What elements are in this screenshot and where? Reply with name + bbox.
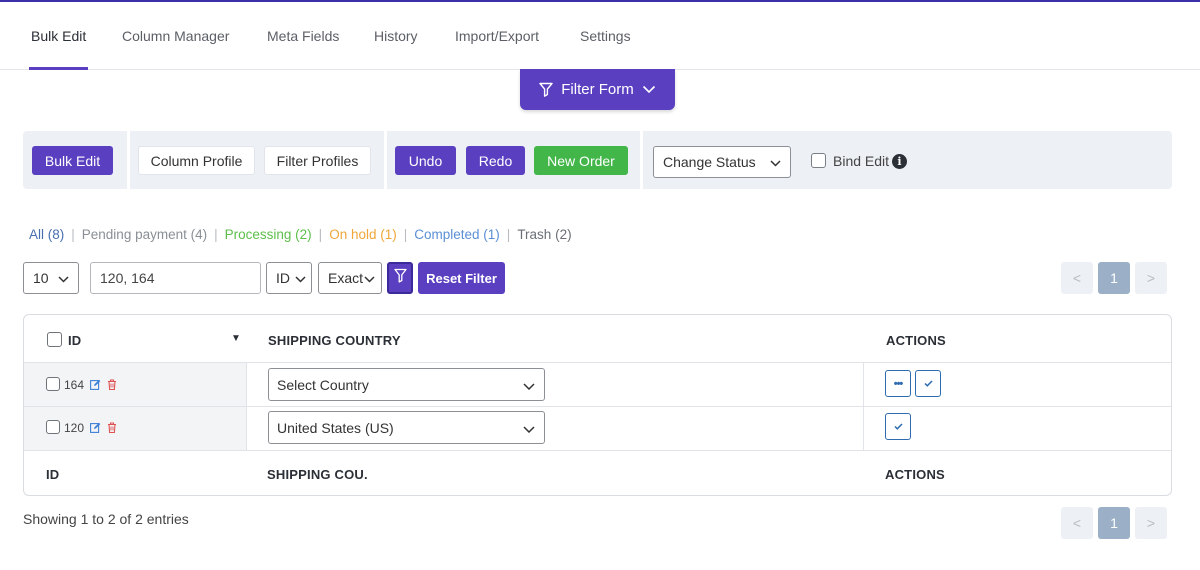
match-value: Exact [328, 270, 364, 286]
trash-icon[interactable] [107, 420, 117, 438]
row-checkbox[interactable] [46, 420, 60, 434]
separator: | [71, 227, 75, 242]
column-divider [863, 363, 864, 450]
row-divider [24, 406, 1171, 407]
status-filter-links: All (8) | Pending payment (4) | Processi… [29, 227, 572, 242]
shipping-country-value: Select Country [277, 376, 369, 393]
chevron-down-icon [523, 420, 535, 436]
pagination-next-button[interactable]: > [1135, 262, 1167, 294]
column-header-id[interactable]: ID [68, 333, 81, 348]
row-divider [24, 450, 1171, 451]
orders-table: ID ▼ SHIPPING COUNTRY ACTIONS 164 Select… [23, 314, 1172, 496]
tab-column-manager[interactable]: Column Manager [122, 2, 229, 69]
status-link-processing[interactable]: Processing (2) [225, 227, 312, 242]
separator: | [214, 227, 218, 242]
pagination-page-button[interactable]: 1 [1098, 262, 1130, 294]
undo-button[interactable]: Undo [395, 146, 456, 175]
change-status-select[interactable]: Change Status [653, 146, 791, 178]
edit-icon[interactable] [90, 377, 101, 395]
pagination-page-button[interactable]: 1 [1098, 507, 1130, 539]
search-input[interactable]: 120, 164 [90, 262, 261, 294]
check-icon [923, 378, 933, 390]
toolbar-divider [640, 131, 643, 189]
per-page-value: 10 [33, 270, 49, 286]
sort-arrow-icon[interactable]: ▼ [231, 333, 241, 344]
save-row-button[interactable] [885, 413, 911, 440]
filter-form-button[interactable]: Filter Form [520, 69, 675, 110]
filter-profiles-button[interactable]: Filter Profiles [264, 146, 371, 175]
reset-filter-button[interactable]: Reset Filter [418, 262, 505, 294]
separator: | [506, 227, 511, 242]
tab-settings[interactable]: Settings [580, 2, 631, 69]
bind-edit-checkbox[interactable] [811, 153, 826, 168]
status-link-trash[interactable]: Trash (2) [517, 227, 571, 242]
field-select[interactable]: ID [266, 262, 312, 294]
pagination-next-button[interactable]: > [1135, 507, 1167, 539]
pagination-prev-button[interactable]: < [1061, 262, 1093, 294]
search-value: 120, 164 [100, 270, 155, 286]
column-header-shipping-country[interactable]: SHIPPING COUNTRY [268, 333, 401, 348]
new-order-button[interactable]: New Order [534, 146, 628, 175]
redo-button[interactable]: Redo [466, 146, 525, 175]
row-id: 164 [64, 378, 85, 392]
shipping-country-select[interactable]: United States (US) [268, 411, 545, 444]
change-status-value: Change Status [663, 154, 756, 170]
status-link-pending[interactable]: Pending payment (4) [82, 227, 207, 242]
match-select[interactable]: Exact [318, 262, 382, 294]
toolbar-divider [127, 131, 130, 189]
per-page-select[interactable]: 10 [23, 262, 79, 294]
row-checkbox[interactable] [46, 377, 60, 391]
check-icon [893, 421, 903, 433]
tab-bulk-edit[interactable]: Bulk Edit [28, 2, 89, 70]
column-footer-id: ID [46, 467, 60, 482]
column-profile-button[interactable]: Column Profile [138, 146, 255, 175]
toolbar-divider [384, 131, 387, 189]
field-value: ID [276, 270, 290, 286]
funnel-icon [539, 82, 553, 97]
column-header-actions: ACTIONS [886, 333, 946, 348]
main-tabs: Bulk Edit Column Manager Meta Fields His… [0, 2, 1200, 70]
apply-filter-button[interactable] [387, 262, 413, 294]
funnel-icon [393, 268, 407, 288]
filter-form-label: Filter Form [561, 81, 634, 98]
tab-history[interactable]: History [374, 2, 418, 69]
bulk-edit-button[interactable]: Bulk Edit [32, 146, 113, 175]
info-icon[interactable]: i [892, 154, 907, 169]
chevron-down-icon [364, 270, 375, 286]
save-row-button[interactable] [915, 370, 941, 397]
chevron-down-icon [523, 377, 535, 393]
entries-info: Showing 1 to 2 of 2 entries [23, 511, 189, 527]
row-id: 120 [64, 421, 85, 435]
column-footer-shipping-country: SHIPPING COU. [267, 467, 368, 482]
bulk-toolbar: Bulk Edit Column Profile Filter Profiles… [23, 131, 1172, 189]
chevron-down-icon [770, 154, 781, 170]
tab-meta-fields[interactable]: Meta Fields [267, 2, 339, 69]
separator: | [318, 227, 323, 242]
separator: | [403, 227, 408, 242]
shipping-country-select[interactable]: Select Country [268, 368, 545, 401]
select-all-checkbox[interactable] [47, 332, 62, 347]
column-divider [246, 363, 247, 450]
bind-edit-label: Bind Edit [833, 153, 890, 169]
chevron-down-icon [58, 270, 69, 286]
column-footer-actions: ACTIONS [885, 467, 945, 482]
ellipsis-icon: ••• [893, 377, 904, 390]
more-actions-button[interactable]: ••• [885, 370, 911, 397]
shipping-country-value: United States (US) [277, 419, 394, 436]
status-link-all[interactable]: All (8) [29, 227, 64, 242]
pagination-prev-button[interactable]: < [1061, 507, 1093, 539]
status-link-on-hold[interactable]: On hold (1) [329, 227, 397, 242]
trash-icon[interactable] [107, 377, 117, 395]
row-divider [24, 362, 1171, 363]
chevron-down-icon [642, 85, 656, 94]
edit-icon[interactable] [90, 420, 101, 438]
tab-import-export[interactable]: Import/Export [455, 2, 539, 69]
status-link-completed[interactable]: Completed (1) [414, 227, 500, 242]
chevron-down-icon [295, 270, 306, 286]
